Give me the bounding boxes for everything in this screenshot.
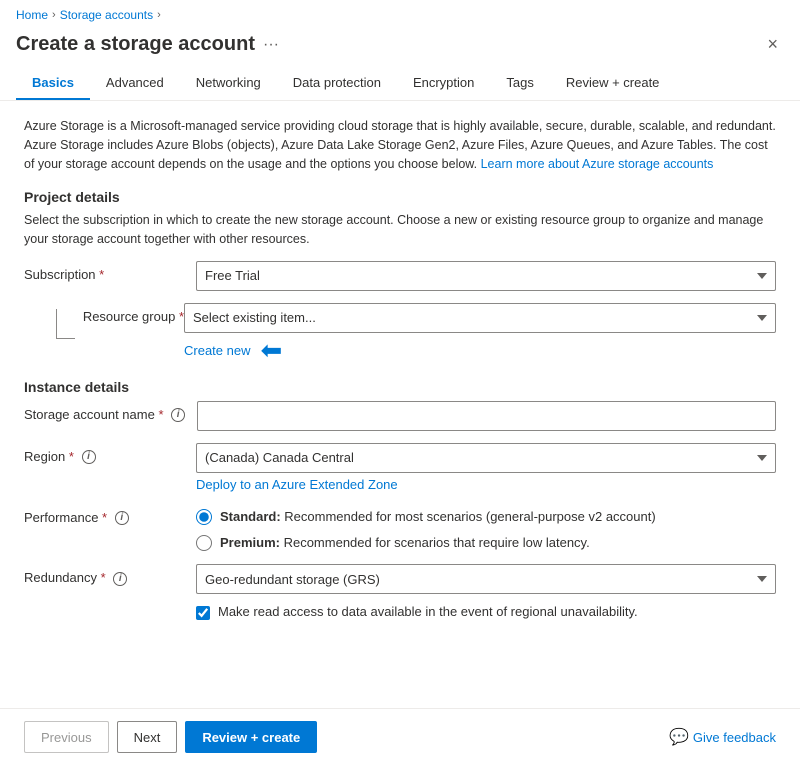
redundancy-control: Locally-redundant storage (LRS) Zone-red… xyxy=(196,564,776,620)
feedback-icon: 💬 xyxy=(669,727,689,747)
read-access-row: Make read access to data available in th… xyxy=(196,604,776,620)
main-content: Azure Storage is a Microsoft-managed ser… xyxy=(0,101,800,708)
region-dropdown[interactable]: (Canada) Canada Central xyxy=(196,443,776,473)
performance-standard-radio[interactable] xyxy=(196,509,212,525)
tab-advanced[interactable]: Advanced xyxy=(90,67,180,100)
resource-group-label: Resource group * xyxy=(83,303,184,324)
close-button[interactable]: × xyxy=(761,30,784,59)
tab-bar: Basics Advanced Networking Data protecti… xyxy=(0,67,800,101)
learn-more-link[interactable]: Learn more about Azure storage accounts xyxy=(481,157,714,171)
performance-required-marker: * xyxy=(102,510,107,525)
connector-line xyxy=(56,309,75,339)
page-title: Create a storage account xyxy=(16,33,255,56)
subscription-control: Free Trial xyxy=(196,261,776,291)
storage-name-required-marker: * xyxy=(158,407,163,422)
tab-tags[interactable]: Tags xyxy=(490,67,549,100)
previous-button[interactable]: Previous xyxy=(24,721,109,753)
project-details-header: Project details xyxy=(24,189,776,205)
resource-group-dropdown[interactable]: Select existing item... xyxy=(184,303,776,333)
instance-details-header: Instance details xyxy=(24,379,776,395)
performance-standard-option[interactable]: Standard: Recommended for most scenarios… xyxy=(196,508,776,526)
performance-row: Performance * i Standard: Recommended fo… xyxy=(24,504,776,552)
redundancy-row: Redundancy * i Locally-redundant storage… xyxy=(24,564,776,620)
storage-account-name-label: Storage account name * i xyxy=(24,401,185,423)
performance-label: Performance * i xyxy=(24,504,184,526)
breadcrumb-sep-1: › xyxy=(52,9,56,21)
next-button[interactable]: Next xyxy=(117,721,178,753)
storage-name-info-icon[interactable]: i xyxy=(171,408,185,422)
create-storage-account-panel: Home › Storage accounts › Create a stora… xyxy=(0,0,800,765)
panel-title-row: Create a storage account ··· xyxy=(16,33,279,56)
create-new-link[interactable]: Create new xyxy=(184,343,250,358)
resource-group-control: Select existing item... Create new ⬅ xyxy=(184,303,776,363)
breadcrumb: Home › Storage accounts › xyxy=(0,0,800,26)
performance-standard-label: Standard: Recommended for most scenarios… xyxy=(220,508,656,526)
feedback-label: Give feedback xyxy=(693,730,776,745)
performance-info-icon[interactable]: i xyxy=(115,511,129,525)
tab-review-create[interactable]: Review + create xyxy=(550,67,676,100)
region-required-marker: * xyxy=(69,449,74,464)
arrow-annotation: ⬅ xyxy=(260,337,282,363)
storage-account-name-input[interactable] xyxy=(197,401,776,431)
give-feedback-link[interactable]: 💬 Give feedback xyxy=(669,727,776,747)
subscription-row: Subscription * Free Trial xyxy=(24,261,776,291)
tab-basics[interactable]: Basics xyxy=(16,67,90,100)
panel-more-options[interactable]: ··· xyxy=(263,36,279,54)
project-details-desc: Select the subscription in which to crea… xyxy=(24,211,776,249)
subscription-label: Subscription * xyxy=(24,261,184,282)
resource-group-section: Resource group * Select existing item...… xyxy=(24,303,776,363)
tab-networking[interactable]: Networking xyxy=(180,67,277,100)
region-label: Region * i xyxy=(24,443,184,465)
tab-encryption[interactable]: Encryption xyxy=(397,67,490,100)
region-control: (Canada) Canada Central Deploy to an Azu… xyxy=(196,443,776,492)
breadcrumb-home[interactable]: Home xyxy=(16,8,48,22)
storage-account-name-row: Storage account name * i xyxy=(24,401,776,431)
breadcrumb-sep-2: › xyxy=(157,9,161,21)
redundancy-required-marker: * xyxy=(101,570,106,585)
subscription-required-marker: * xyxy=(99,267,104,282)
performance-control: Standard: Recommended for most scenarios… xyxy=(196,504,776,552)
deploy-extended-zone-link[interactable]: Deploy to an Azure Extended Zone xyxy=(196,477,776,492)
redundancy-info-icon[interactable]: i xyxy=(113,572,127,586)
redundancy-label: Redundancy * i xyxy=(24,564,184,586)
region-row: Region * i (Canada) Canada Central Deplo… xyxy=(24,443,776,492)
tab-data-protection[interactable]: Data protection xyxy=(277,67,397,100)
performance-premium-label: Premium: Recommended for scenarios that … xyxy=(220,534,590,552)
azure-storage-description: Azure Storage is a Microsoft-managed ser… xyxy=(24,117,776,173)
footer: Previous Next Review + create 💬 Give fee… xyxy=(0,708,800,765)
storage-account-name-control xyxy=(197,401,776,431)
performance-premium-option[interactable]: Premium: Recommended for scenarios that … xyxy=(196,534,776,552)
footer-actions: Previous Next Review + create xyxy=(24,721,317,753)
performance-radio-group: Standard: Recommended for most scenarios… xyxy=(196,504,776,552)
region-info-icon[interactable]: i xyxy=(82,450,96,464)
subscription-dropdown[interactable]: Free Trial xyxy=(196,261,776,291)
panel-header: Create a storage account ··· × xyxy=(0,26,800,67)
redundancy-dropdown[interactable]: Locally-redundant storage (LRS) Zone-red… xyxy=(196,564,776,594)
read-access-checkbox[interactable] xyxy=(196,606,210,620)
review-create-button[interactable]: Review + create xyxy=(185,721,317,753)
performance-premium-radio[interactable] xyxy=(196,535,212,551)
read-access-label: Make read access to data available in th… xyxy=(218,604,638,619)
breadcrumb-storage-accounts[interactable]: Storage accounts xyxy=(60,8,153,22)
